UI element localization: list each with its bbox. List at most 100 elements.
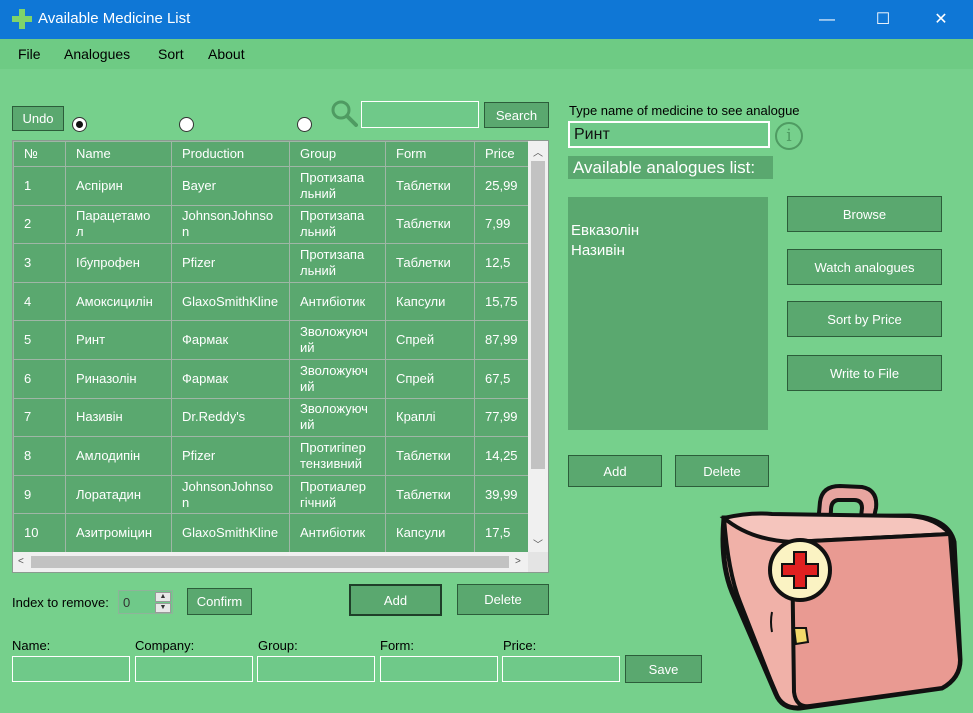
cell-name[interactable]: Парацетамо л (65, 204, 172, 245)
cell-form[interactable]: Спрей (385, 358, 475, 399)
col-header-number[interactable]: № (13, 141, 66, 167)
cell-production[interactable]: Фармак (171, 358, 290, 399)
analogue-list[interactable]: Евказолін Називін (568, 197, 768, 430)
analogue-search-input[interactable]: Ринт (568, 121, 770, 148)
vertical-scroll-thumb[interactable] (531, 161, 545, 469)
cell-production[interactable]: GlaxoSmithKline (171, 513, 290, 553)
scroll-up-icon[interactable]: ︿ (533, 144, 543, 159)
col-header-price[interactable]: Price (474, 141, 531, 167)
cell-name[interactable]: Аспірин (65, 166, 172, 206)
scroll-right-icon[interactable]: > (515, 556, 521, 567)
menu-file[interactable]: File (18, 46, 41, 62)
analogue-item[interactable]: Евказолін (571, 221, 765, 241)
price-field[interactable] (502, 656, 620, 682)
cell-group[interactable]: Протизапа льний (289, 204, 386, 245)
close-button[interactable]: ✕ (918, 0, 964, 39)
scroll-left-icon[interactable]: < (18, 556, 24, 567)
table-row[interactable]: 6 Риназолін Фармак Зволожуюч ий Спрей 67,5 (13, 358, 531, 399)
cell-name[interactable]: Ринт (65, 320, 172, 360)
table-row[interactable]: 8 Амлодипін Pfizer Протигіпер тензивний Табл… (13, 436, 531, 476)
cell-group[interactable]: Протигіпер тензивний (289, 436, 386, 476)
cell-price[interactable]: 12,5 (474, 243, 531, 283)
cell-production[interactable]: JohnsonJohnso n (171, 474, 290, 515)
cell-group[interactable]: Антибіотик (289, 281, 386, 322)
cell-form[interactable]: Спрей (385, 320, 475, 360)
cell-name[interactable]: Амоксицилін (65, 281, 172, 322)
minimize-button[interactable]: — (804, 0, 850, 39)
table-row[interactable]: 10 Азитроміцин GlaxoSmithKline Антибіотик Ка… (13, 513, 531, 553)
undo-button[interactable]: Undo (12, 106, 64, 131)
vertical-scrollbar[interactable]: ︿ ﹀ (528, 141, 548, 554)
info-icon[interactable]: i (775, 122, 803, 150)
horizontal-scroll-thumb[interactable] (31, 556, 509, 568)
radio-option-1[interactable] (72, 117, 87, 132)
cell-production[interactable]: Фармак (171, 320, 290, 360)
analogue-add-button[interactable]: Add (568, 455, 662, 487)
cell-number[interactable]: 8 (13, 436, 66, 476)
cell-price[interactable]: 87,99 (474, 320, 531, 360)
menu-sort[interactable]: Sort (158, 46, 184, 62)
table-row[interactable]: 7 Називін Dr.Reddy's Зволожуюч ий Краплі 77,9… (13, 397, 531, 438)
stepper-down-icon[interactable]: ▼ (155, 603, 171, 613)
cell-number[interactable]: 4 (13, 281, 66, 322)
cell-price[interactable]: 67,5 (474, 358, 531, 399)
cell-price[interactable]: 39,99 (474, 474, 531, 515)
cell-form[interactable]: Капсули (385, 281, 475, 322)
table-row[interactable]: 3 Ібупрофен Pfizer Протизапа льний Таблетки 1… (13, 243, 531, 283)
cell-price[interactable]: 15,75 (474, 281, 531, 322)
cell-name[interactable]: Азитроміцин (65, 513, 172, 553)
cell-form[interactable]: Таблетки (385, 243, 475, 283)
cell-production[interactable]: GlaxoSmithKline (171, 281, 290, 322)
menu-analogues[interactable]: Analogues (64, 46, 130, 62)
cell-production[interactable]: Pfizer (171, 436, 290, 476)
cell-production[interactable]: JohnsonJohnso n (171, 204, 290, 245)
cell-group[interactable]: Протиалер гічний (289, 474, 386, 515)
table-row[interactable]: 9 Лоратадин JohnsonJohnso n Протиалер гічни… (13, 474, 531, 515)
cell-form[interactable]: Капсули (385, 513, 475, 553)
col-header-group[interactable]: Group (289, 141, 386, 167)
cell-price[interactable]: 17,5 (474, 513, 531, 553)
horizontal-scrollbar[interactable]: < > (13, 552, 530, 572)
cell-form[interactable]: Таблетки (385, 204, 475, 245)
search-input[interactable] (361, 101, 479, 128)
radio-option-3[interactable] (297, 117, 312, 132)
cell-number[interactable]: 6 (13, 358, 66, 399)
cell-name[interactable]: Риназолін (65, 358, 172, 399)
name-field[interactable] (12, 656, 130, 682)
sort-by-price-button[interactable]: Sort by Price (787, 301, 942, 337)
col-header-name[interactable]: Name (65, 141, 172, 167)
cell-name[interactable]: Називін (65, 397, 172, 438)
company-field[interactable] (135, 656, 253, 682)
cell-production[interactable]: Pfizer (171, 243, 290, 283)
cell-group[interactable]: Протизапа льний (289, 243, 386, 283)
cell-number[interactable]: 10 (13, 513, 66, 553)
analogue-item[interactable]: Називін (571, 241, 765, 261)
medicine-grid[interactable]: № Name Production Group Form Price 1 Аспі… (12, 140, 549, 573)
write-to-file-button[interactable]: Write to File (787, 355, 942, 391)
stepper-up-icon[interactable]: ▲ (155, 592, 171, 602)
cell-price[interactable]: 25,99 (474, 166, 531, 206)
watch-analogues-button[interactable]: Watch analogues (787, 249, 942, 285)
cell-form[interactable]: Таблетки (385, 436, 475, 476)
form-field[interactable] (380, 656, 498, 682)
col-header-production[interactable]: Production (171, 141, 290, 167)
cell-production[interactable]: Bayer (171, 166, 290, 206)
cell-number[interactable]: 3 (13, 243, 66, 283)
table-row[interactable]: 1 Аспірин Bayer Протизапа льний Таблетки 25,9… (13, 166, 531, 206)
group-field[interactable] (257, 656, 375, 682)
cell-number[interactable]: 1 (13, 166, 66, 206)
cell-name[interactable]: Ібупрофен (65, 243, 172, 283)
add-medicine-button[interactable]: Add (349, 584, 442, 616)
cell-group[interactable]: Зволожуюч ий (289, 397, 386, 438)
cell-price[interactable]: 7,99 (474, 204, 531, 245)
cell-number[interactable]: 2 (13, 204, 66, 245)
cell-name[interactable]: Амлодипін (65, 436, 172, 476)
scroll-down-icon[interactable]: ﹀ (533, 536, 543, 551)
cell-number[interactable]: 9 (13, 474, 66, 515)
cell-number[interactable]: 5 (13, 320, 66, 360)
cell-group[interactable]: Зволожуюч ий (289, 358, 386, 399)
cell-production[interactable]: Dr.Reddy's (171, 397, 290, 438)
cell-form[interactable]: Краплі (385, 397, 475, 438)
browse-button[interactable]: Browse (787, 196, 942, 232)
cell-form[interactable]: Таблетки (385, 474, 475, 515)
